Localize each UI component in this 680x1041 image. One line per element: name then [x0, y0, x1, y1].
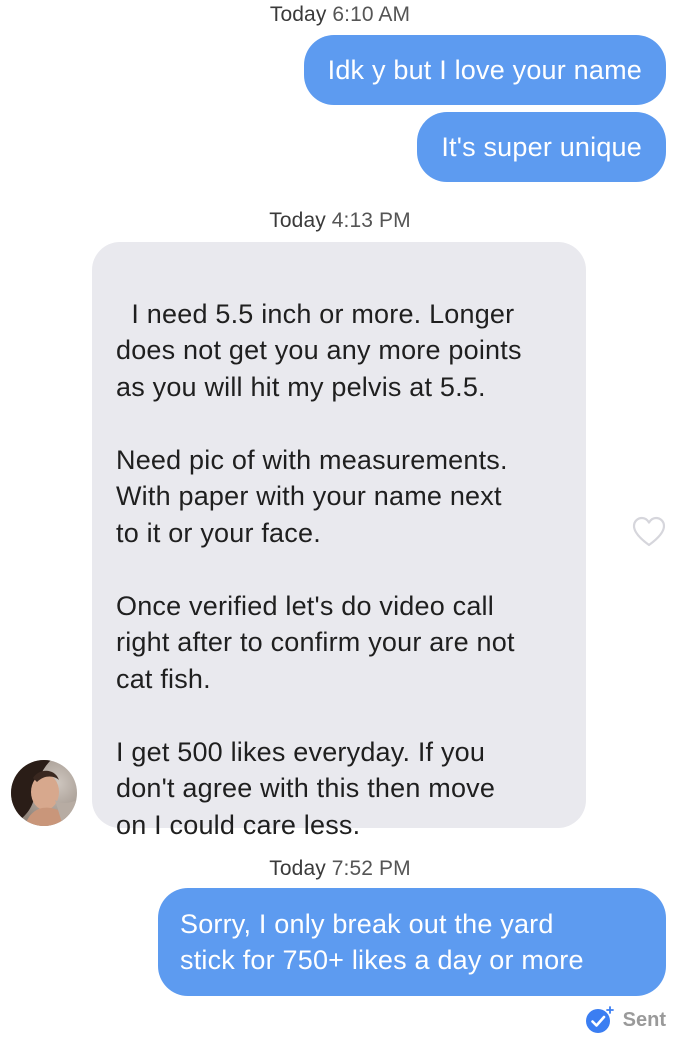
timestamp-day: Today: [269, 209, 326, 232]
incoming-message[interactable]: I need 5.5 inch or more. Longer does not…: [92, 242, 586, 840]
delivery-status: Sent: [585, 1005, 666, 1035]
user-avatar[interactable]: [11, 760, 77, 826]
message-text: Idk y but I love your name: [327, 55, 642, 85]
outgoing-message[interactable]: Idk y but I love your name: [303, 35, 666, 105]
outgoing-message[interactable]: It's super unique: [417, 112, 666, 182]
message-text-line: stick for 750+ likes a day or more: [180, 945, 584, 975]
timestamp-time: 7:52 PM: [331, 857, 411, 880]
outgoing-message[interactable]: Sorry, I only break out the yard stick f…: [158, 888, 666, 996]
message-text: I need 5.5 inch or more. Longer does not…: [116, 298, 522, 840]
timestamp-day: Today: [269, 3, 327, 26]
message-text-line: Sorry, I only break out the yard: [180, 909, 554, 939]
timestamp-day: Today: [269, 857, 326, 880]
avatar-photo: [11, 760, 77, 826]
heart-outline-icon[interactable]: [632, 516, 666, 548]
timestamp: Today 7:52 PM: [0, 857, 680, 881]
timestamp: Today 4:13 PM: [0, 209, 680, 233]
message-text: It's super unique: [441, 132, 642, 162]
timestamp-time: 6:10 AM: [332, 3, 411, 26]
checkmark-badge-icon: [585, 1005, 614, 1033]
timestamp: Today 6:10 AM: [0, 3, 680, 27]
sent-status-label: Sent: [622, 1008, 666, 1031]
timestamp-time: 4:13 PM: [331, 209, 411, 232]
